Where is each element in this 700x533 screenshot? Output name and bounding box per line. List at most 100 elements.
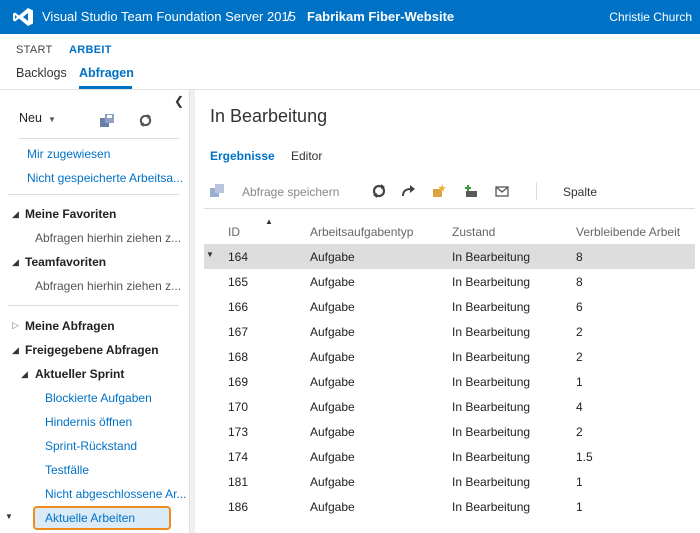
cell-state: In Bearbeitung	[452, 500, 531, 514]
shared-queries-heading[interactable]: Freigegebene Abfragen	[25, 343, 159, 357]
table-row[interactable]: 173 Aufgabe In Bearbeitung 2	[204, 419, 695, 444]
table-row[interactable]: 169 Aufgabe In Bearbeitung 1	[204, 369, 695, 394]
save-query-icon[interactable]	[210, 184, 224, 197]
cell-type: Aufgabe	[310, 450, 355, 464]
redo-arrow-icon[interactable]	[401, 184, 415, 198]
expand-triangle-icon[interactable]: ◢	[21, 369, 28, 380]
cell-id: 165	[228, 275, 249, 289]
cell-state: In Bearbeitung	[452, 300, 531, 314]
column-options-button[interactable]: Spalte	[563, 185, 597, 199]
cell-state: In Bearbeitung	[452, 450, 531, 464]
cell-remaining: 8	[576, 275, 583, 289]
table-row[interactable]: 166 Aufgabe In Bearbeitung 6	[204, 294, 695, 319]
toolbar-separator	[204, 208, 695, 209]
my-queries-heading[interactable]: Meine Abfragen	[25, 319, 115, 333]
chevron-down-icon[interactable]: ▼	[48, 115, 56, 124]
cell-type: Aufgabe	[310, 250, 355, 264]
query-current-work-selected[interactable]: Aktuelle Arbeiten	[33, 506, 171, 530]
cell-id: 186	[228, 500, 249, 514]
cell-state: In Bearbeitung	[452, 425, 531, 439]
query-link-assigned-to-me[interactable]: Mir zugewiesen	[27, 147, 110, 161]
column-header-state[interactable]: Zustand	[452, 225, 495, 239]
table-row[interactable]: 181 Aufgabe In Bearbeitung 1	[204, 469, 695, 494]
expand-triangle-icon[interactable]: ◢	[12, 257, 19, 268]
refresh-icon[interactable]	[372, 184, 386, 198]
new-work-item-icon[interactable]	[432, 184, 446, 198]
cell-remaining: 1	[576, 375, 583, 389]
cell-remaining: 6	[576, 300, 583, 314]
email-icon[interactable]	[495, 184, 509, 198]
active-tab-indicator	[79, 86, 132, 89]
team-favorites-hint: Abfragen hierhin ziehen z...	[35, 279, 182, 293]
collapse-pane-icon[interactable]: ❮	[174, 94, 184, 108]
query-unfinished-work[interactable]: Nicht abgeschlossene Ar...	[45, 487, 186, 501]
table-row[interactable]: 174 Aufgabe In Bearbeitung 1.5	[204, 444, 695, 469]
cell-state: In Bearbeitung	[452, 475, 531, 489]
column-header-remaining[interactable]: Verbleibende Arbeit	[576, 225, 680, 239]
cell-id: 164	[228, 250, 249, 264]
sort-ascending-icon: ▲	[265, 217, 273, 226]
visual-studio-logo-icon[interactable]	[12, 7, 34, 27]
cell-remaining: 1.5	[576, 450, 593, 464]
cell-type: Aufgabe	[310, 275, 355, 289]
cell-remaining: 2	[576, 350, 583, 364]
top-bar: Visual Studio Team Foundation Server 201…	[0, 0, 700, 34]
table-row[interactable]: 165 Aufgabe In Bearbeitung 8	[204, 269, 695, 294]
cell-id: 169	[228, 375, 249, 389]
query-test-cases[interactable]: Testfälle	[45, 463, 89, 477]
column-header-id[interactable]: ID	[228, 225, 240, 239]
collapsed-triangle-icon[interactable]: ▷	[12, 320, 19, 331]
cell-type: Aufgabe	[310, 425, 355, 439]
query-current-work-label: Aktuelle Arbeiten	[45, 511, 136, 525]
my-favorites-heading[interactable]: Meine Favoriten	[25, 207, 116, 221]
table-row[interactable]: 168 Aufgabe In Bearbeitung 2	[204, 344, 695, 369]
query-blocked-tasks[interactable]: Blockierte Aufgaben	[45, 391, 152, 405]
query-open-impediments[interactable]: Hindernis öffnen	[45, 415, 132, 429]
cell-remaining: 2	[576, 425, 583, 439]
cell-id: 173	[228, 425, 249, 439]
new-query-button[interactable]: Neu	[19, 111, 42, 125]
cell-id: 181	[228, 475, 249, 489]
team-favorites-heading[interactable]: Teamfavoriten	[25, 255, 106, 269]
hub-start[interactable]: START	[16, 44, 53, 56]
current-sprint-folder[interactable]: Aktueller Sprint	[35, 367, 124, 381]
column-header-type[interactable]: Arbeitsaufgabentyp	[310, 225, 413, 239]
header-separator: /	[287, 8, 291, 24]
user-name[interactable]: Christie Church	[609, 10, 692, 24]
divider	[19, 138, 179, 139]
tab-abfragen[interactable]: Abfragen	[79, 66, 134, 80]
chevron-down-icon[interactable]: ▼	[5, 512, 13, 521]
cell-state: In Bearbeitung	[452, 250, 531, 264]
product-name[interactable]: Visual Studio Team Foundation Server 201…	[42, 9, 296, 24]
cell-type: Aufgabe	[310, 475, 355, 489]
cell-type: Aufgabe	[310, 350, 355, 364]
cell-remaining: 8	[576, 250, 583, 264]
refresh-icon[interactable]	[139, 114, 152, 127]
hub-arbeit[interactable]: ARBEIT	[69, 44, 112, 56]
expand-triangle-icon[interactable]: ◢	[12, 209, 19, 220]
table-row[interactable]: 167 Aufgabe In Bearbeitung 2	[204, 319, 695, 344]
table-row[interactable]: 170 Aufgabe In Bearbeitung 4	[204, 394, 695, 419]
table-row[interactable]: 186 Aufgabe In Bearbeitung 1	[204, 494, 695, 519]
add-link-icon[interactable]	[464, 184, 478, 198]
tab-backlogs[interactable]: Backlogs	[16, 66, 67, 80]
page-title: In Bearbeitung	[210, 106, 328, 126]
cell-remaining: 4	[576, 400, 583, 414]
table-row[interactable]: ▼ 164 Aufgabe In Bearbeitung 8	[204, 244, 695, 269]
cell-type: Aufgabe	[310, 300, 355, 314]
cell-remaining: 1	[576, 500, 583, 514]
query-sprint-backlog[interactable]: Sprint-Rückstand	[45, 439, 137, 453]
project-name[interactable]: Fabrikam Fiber-Website	[307, 9, 454, 24]
save-query-button[interactable]: Abfrage speichern	[242, 185, 339, 199]
cell-state: In Bearbeitung	[452, 375, 531, 389]
cell-type: Aufgabe	[310, 375, 355, 389]
query-link-unsaved-work[interactable]: Nicht gespeicherte Arbeitsa...	[27, 171, 183, 185]
favorites-hint: Abfragen hierhin ziehen z...	[35, 231, 182, 245]
save-queries-icon[interactable]	[100, 114, 114, 127]
row-context-menu-icon[interactable]: ▼	[206, 250, 214, 259]
cell-type: Aufgabe	[310, 325, 355, 339]
divider	[8, 194, 179, 195]
tab-results[interactable]: Ergebnisse	[210, 149, 275, 163]
expand-triangle-icon[interactable]: ◢	[12, 345, 19, 356]
tab-editor[interactable]: Editor	[291, 149, 322, 163]
